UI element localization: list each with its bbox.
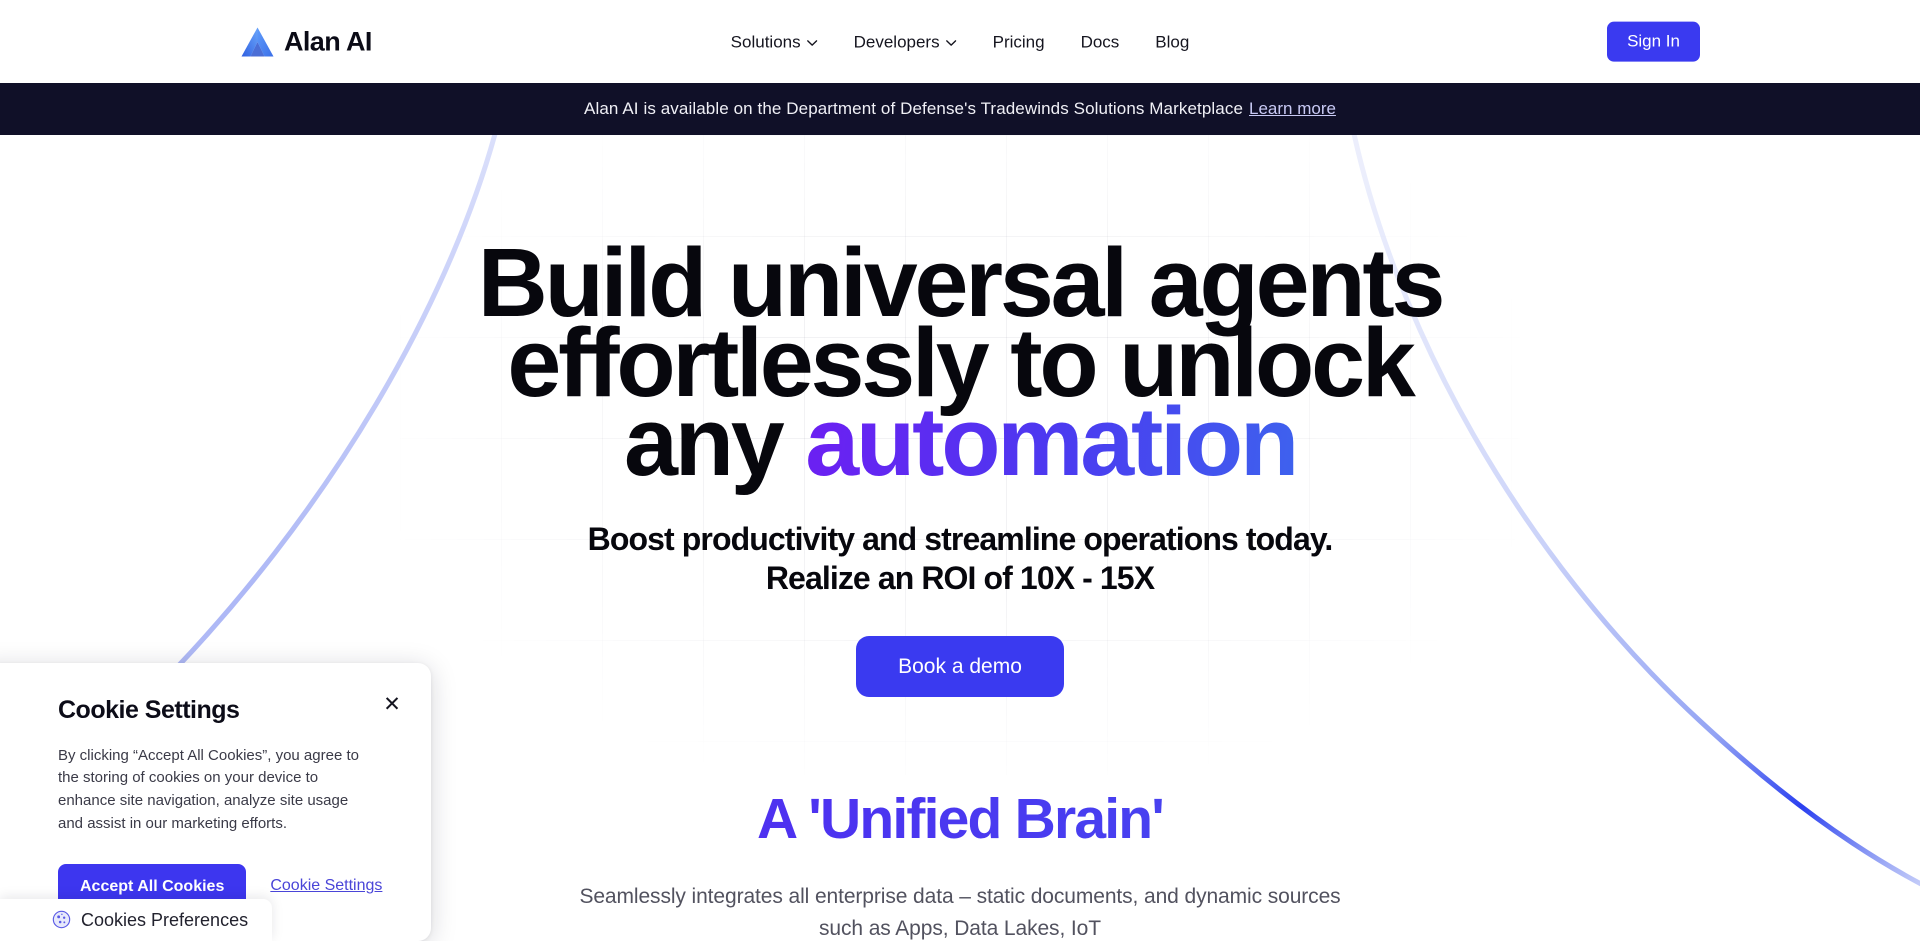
announcement-learn-more-link[interactable]: Learn more xyxy=(1249,99,1336,119)
unified-brain-description-line-1: Seamlessly integrates all enterprise dat… xyxy=(579,884,1341,908)
hero-subtitle-line-1: Boost productivity and streamline operat… xyxy=(587,520,1334,557)
nav-item-blog[interactable]: Blog xyxy=(1155,33,1189,50)
announcement-banner: Alan AI is available on the Department o… xyxy=(0,83,1920,135)
hero-title: Build universal agents effortlessly to u… xyxy=(0,234,1920,490)
main-navigation: Solutions Developers Pricing Docs Blog xyxy=(731,33,1190,50)
nav-label-solutions: Solutions xyxy=(730,32,801,51)
cookie-dialog-body: By clicking “Accept All Cookies”, you ag… xyxy=(58,746,359,832)
site-header: Alan AI Solutions Developers Pricing Doc… xyxy=(0,0,1920,83)
hero-subtitle: Boost productivity and streamline operat… xyxy=(0,520,1920,598)
nav-item-pricing[interactable]: Pricing xyxy=(993,33,1045,50)
page-root: Alan AI Solutions Developers Pricing Doc… xyxy=(0,0,1920,941)
cookie-icon xyxy=(52,910,71,929)
nav-item-developers[interactable]: Developers xyxy=(854,33,957,50)
chevron-down-icon xyxy=(807,39,818,46)
unified-brain-description-line-2: such as Apps, Data Lakes, IoT xyxy=(819,916,1101,940)
nav-item-docs[interactable]: Docs xyxy=(1081,33,1120,50)
announcement-text: Alan AI is available on the Department o… xyxy=(584,99,1243,118)
hero-title-highlight: automation xyxy=(805,387,1299,497)
book-a-demo-button[interactable]: Book a demo xyxy=(856,635,1064,697)
hero-title-prefix: any xyxy=(624,387,806,497)
sign-in-button[interactable]: Sign In xyxy=(1607,21,1700,62)
alan-ai-logo-icon xyxy=(241,27,274,56)
hero-section: Build universal agents effortlessly to u… xyxy=(0,135,1920,697)
cookie-settings-link[interactable]: Cookie Settings xyxy=(270,877,382,895)
hero-title-line-3: any automation xyxy=(0,393,1920,490)
cookies-preferences-label: Cookies Preferences xyxy=(81,909,249,930)
cookies-preferences-widget[interactable]: Cookies Preferences xyxy=(0,899,273,941)
nav-item-solutions[interactable]: Solutions xyxy=(731,33,818,50)
cookie-dialog-title: Cookie Settings xyxy=(58,696,240,724)
logo-link[interactable]: Alan AI xyxy=(240,26,372,57)
logo-text: Alan AI xyxy=(284,26,372,56)
hero-subtitle-line-2: Realize an ROI of 10X - 15X xyxy=(765,559,1155,596)
close-icon[interactable]: ✕ xyxy=(379,691,405,717)
nav-label-developers: Developers xyxy=(853,32,940,51)
chevron-down-icon xyxy=(946,39,957,46)
